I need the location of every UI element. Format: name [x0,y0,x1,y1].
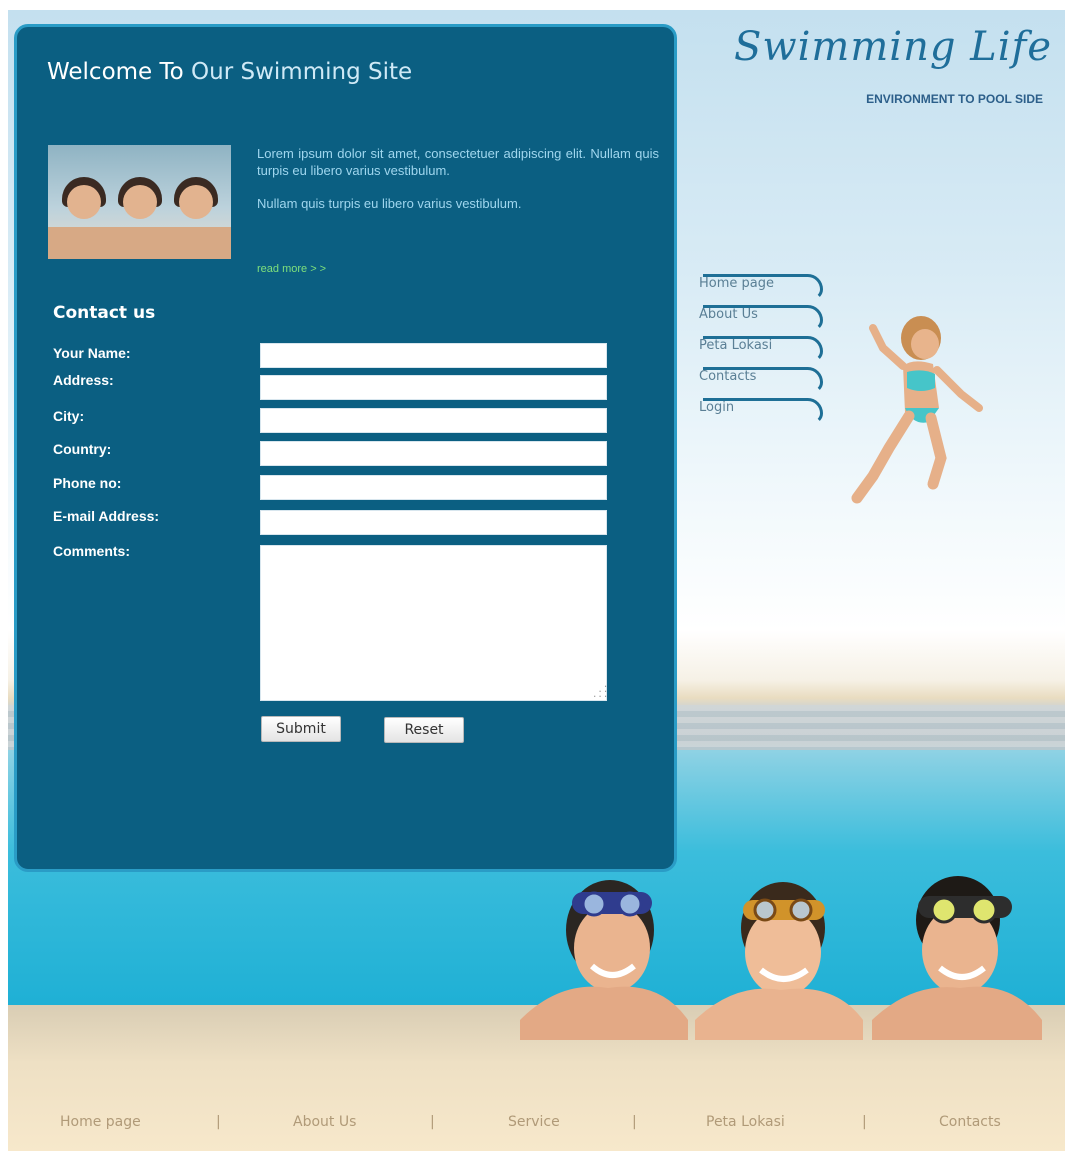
country-label: Country: [53,441,112,457]
page-title-part1: Welcome To [47,59,192,85]
page-title: Welcome To Our Swimming Site [47,59,412,85]
phone-label: Phone no: [53,475,122,491]
city-label: City: [53,408,85,424]
footer-separator: | [430,1114,435,1130]
footer-separator: | [862,1114,867,1130]
read-more-link[interactable]: read more > > [257,263,326,275]
email-label: E-mail Address: [53,508,160,524]
email-field[interactable] [260,510,607,535]
submit-button[interactable]: Submit [261,716,341,742]
phone-field[interactable] [260,475,607,500]
footer-nav: Home page | About Us | Service | Peta Lo… [0,1114,1065,1138]
kid-image-2 [695,882,863,1040]
address-field[interactable] [260,375,607,400]
nav-swoosh [703,398,823,424]
intro-text: Lorem ipsum dolor sit amet, consectetuer… [257,145,659,212]
footer-separator: | [632,1114,637,1130]
photo-detail [123,185,157,219]
side-nav-peta-lokasi[interactable]: Peta Lokasi [678,333,823,364]
country-field[interactable] [260,441,607,466]
footer-link-peta-lokasi[interactable]: Peta Lokasi [706,1114,785,1130]
footer-link-service[interactable]: Service [508,1114,560,1130]
footer-link-contacts[interactable]: Contacts [939,1114,1001,1130]
jumping-girl-image [851,316,983,504]
page-title-part2: Our Swimming Site [191,59,413,85]
nav-swoosh [703,336,823,362]
reset-button[interactable]: Reset [384,717,464,743]
photo-detail [67,185,101,219]
footer-link-about[interactable]: About Us [293,1114,356,1130]
side-nav-login[interactable]: Login [678,395,823,426]
name-label: Your Name: [53,345,131,361]
intro-paragraph-1: Lorem ipsum dolor sit amet, consectetuer… [257,146,659,178]
side-nav: Home page About Us Peta Lokasi Contacts … [678,271,823,426]
address-label: Address: [53,372,114,388]
resize-grip-icon[interactable]: . ..... [592,681,608,700]
side-nav-about[interactable]: About Us [678,302,823,333]
photo-detail [48,227,231,259]
contact-title: Contact us [53,303,156,323]
nav-swoosh [703,305,823,331]
site-logo[interactable]: Swimming Life [722,24,1052,70]
site-tagline: ENVIRONMENT TO POOL SIDE [866,92,1043,106]
photo-detail [179,185,213,219]
name-field[interactable] [260,343,607,368]
side-nav-contacts[interactable]: Contacts [678,364,823,395]
kid-image-3 [872,876,1042,1040]
nav-swoosh [703,367,823,393]
main-panel: Welcome To Our Swimming Site Lorem ipsum… [14,24,677,872]
side-nav-home[interactable]: Home page [678,271,823,302]
intro-paragraph-2: Nullam quis turpis eu libero varius vest… [257,196,522,211]
comments-field[interactable] [260,545,607,701]
intro-photo [48,145,231,259]
kid-image-1 [520,880,688,1040]
nav-swoosh [703,274,823,300]
city-field[interactable] [260,408,607,433]
comments-label: Comments: [53,543,131,559]
footer-separator: | [216,1114,221,1130]
footer-link-home[interactable]: Home page [60,1114,141,1130]
